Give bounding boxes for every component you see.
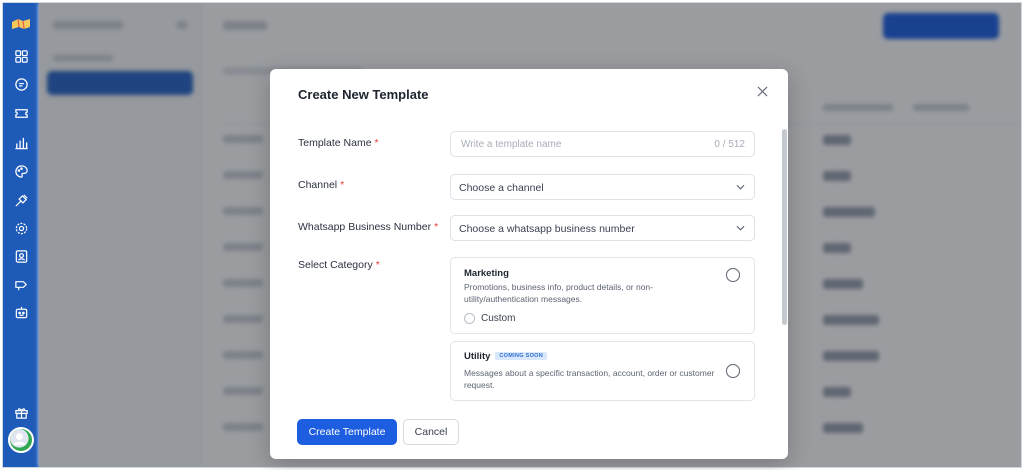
character-counter: 0 / 512 — [714, 139, 745, 150]
category-title-row: Utility COMING SOON — [464, 351, 548, 362]
chat-icon[interactable] — [12, 75, 30, 93]
modal-title: Create New Template — [298, 87, 429, 102]
business-number-select-value: Choose a whatsapp business number — [459, 223, 635, 235]
template-name-label-text: Template Name — [298, 137, 372, 149]
category-option-marketing[interactable]: Marketing Promotions, business info, pro… — [450, 257, 755, 334]
scrollbar-thumb[interactable] — [782, 129, 787, 325]
category-label-text: Select Category — [298, 259, 373, 271]
template-name-input[interactable] — [451, 132, 701, 156]
business-number-select[interactable]: Choose a whatsapp business number — [450, 215, 755, 241]
analytics-icon[interactable] — [12, 133, 30, 151]
coming-soon-badge: COMING SOON — [495, 352, 548, 361]
business-number-label: Whatsapp Business Number * — [298, 221, 438, 233]
ticket-icon[interactable] — [12, 104, 30, 122]
required-mark: * — [375, 259, 380, 271]
avatar[interactable] — [8, 427, 34, 453]
required-mark: * — [340, 179, 345, 191]
utility-radio[interactable] — [726, 364, 740, 378]
template-name-label: Template Name * — [298, 137, 379, 149]
marketing-radio[interactable] — [726, 268, 740, 282]
create-template-button[interactable]: Create Template — [297, 419, 397, 445]
chevron-down-icon — [736, 225, 745, 231]
create-template-modal: Create New Template Template Name* 0 / 5… — [270, 69, 788, 459]
category-title: Marketing — [464, 268, 509, 279]
business-number-label-text: Whatsapp Business Number — [298, 221, 432, 233]
modal-scrollbar[interactable] — [782, 129, 787, 329]
palette-icon[interactable] — [12, 162, 30, 180]
left-rail — [3, 3, 39, 467]
category-label: Select Category * — [298, 259, 380, 271]
category-description: Promotions, business info, product detai… — [464, 282, 653, 304]
category-option-utility[interactable]: Utility COMING SOON Messages about a spec… — [450, 341, 755, 401]
custom-radio[interactable] — [464, 313, 475, 324]
channel-label: Channel * — [298, 179, 344, 191]
category-title: Utility — [464, 351, 491, 362]
channel-select-value: Choose a channel — [459, 182, 544, 194]
contacts-icon[interactable] — [12, 247, 30, 265]
plug-icon[interactable] — [12, 191, 30, 209]
channel-label-text: Channel — [298, 179, 338, 191]
close-button[interactable] — [752, 81, 772, 101]
bot-icon[interactable] — [12, 303, 30, 321]
channel-select[interactable]: Choose a channel — [450, 174, 755, 200]
template-name-field: 0 / 512 — [450, 131, 755, 157]
logo-icon[interactable] — [11, 17, 31, 31]
chevron-down-icon — [736, 184, 745, 190]
custom-option-label: Custom — [481, 313, 516, 324]
campaign-icon[interactable] — [12, 275, 30, 293]
required-mark: * — [374, 137, 379, 149]
gift-icon[interactable] — [12, 403, 30, 421]
settings-icon[interactable] — [12, 219, 30, 237]
category-description: Messages about a specific transaction, a… — [464, 368, 715, 390]
cancel-button[interactable]: Cancel — [403, 419, 459, 445]
close-icon — [756, 85, 768, 97]
dashboard-icon[interactable] — [12, 47, 30, 65]
required-mark: * — [434, 221, 439, 233]
